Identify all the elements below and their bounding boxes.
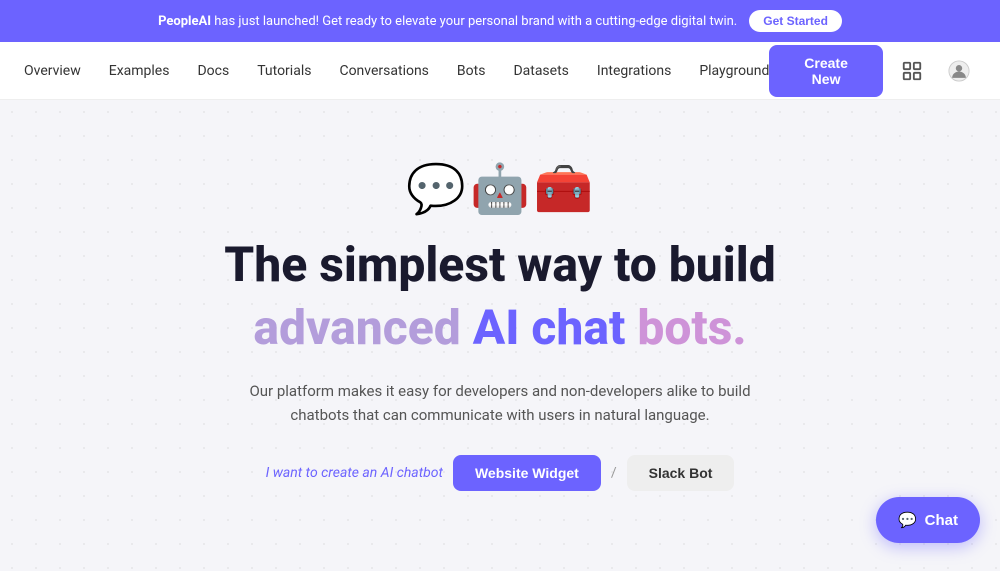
hero-title-line2: advanced AI chat bots. [220, 300, 780, 355]
get-started-button[interactable]: Get Started [749, 10, 842, 32]
hero-description: Our platform makes it easy for developer… [220, 379, 780, 427]
chat-bubble-icon: 💬 [898, 511, 917, 529]
hero-title-line1: The simplest way to build [220, 237, 780, 292]
user-icon [948, 60, 970, 82]
navbar: Overview Examples Docs Tutorials Convers… [0, 42, 1000, 100]
toolbox-emoji: 🧰 [534, 160, 594, 217]
nav-link-examples[interactable]: Examples [109, 63, 170, 79]
hero-content: 💬 🤖 🧰 The simplest way to build advanced… [220, 160, 780, 491]
nav-actions: Create New [769, 45, 976, 97]
grid-icon-button[interactable] [895, 53, 930, 89]
nav-link-playground[interactable]: Playground [699, 63, 769, 79]
announcement-text: PeopleAI has just launched! Get ready to… [158, 14, 737, 29]
chat-bubble-label: Chat [925, 512, 958, 529]
nav-link-overview[interactable]: Overview [24, 63, 81, 79]
nav-link-docs[interactable]: Docs [197, 63, 229, 79]
nav-link-integrations[interactable]: Integrations [597, 63, 671, 79]
grid-icon [901, 60, 923, 82]
nav-links: Overview Examples Docs Tutorials Convers… [24, 63, 769, 79]
nav-link-datasets[interactable]: Datasets [513, 63, 568, 79]
hero-section: 💬 🤖 🧰 The simplest way to build advanced… [0, 100, 1000, 571]
slack-bot-button[interactable]: Slack Bot [627, 455, 735, 491]
chat-bubble-emoji: 💬 [406, 160, 466, 217]
subtitle-ai: AI chat [461, 299, 626, 356]
brand-name: PeopleAI [158, 14, 211, 29]
user-avatar-button[interactable] [941, 53, 976, 89]
nav-link-bots[interactable]: Bots [457, 63, 486, 79]
cta-divider: / [611, 465, 617, 481]
nav-link-conversations[interactable]: Conversations [339, 63, 428, 79]
cta-label: I want to create an AI chatbot [266, 465, 443, 481]
subtitle-advanced: advanced [253, 299, 460, 356]
robot-emoji: 🤖 [470, 160, 530, 217]
nav-link-tutorials[interactable]: Tutorials [257, 63, 311, 79]
website-widget-button[interactable]: Website Widget [453, 455, 601, 491]
chat-bubble-button[interactable]: 💬 Chat [876, 497, 980, 543]
announcement-banner: PeopleAI has just launched! Get ready to… [0, 0, 1000, 42]
create-new-button[interactable]: Create New [769, 45, 882, 97]
subtitle-bots: bots. [625, 299, 746, 356]
hero-icons: 💬 🤖 🧰 [220, 160, 780, 217]
hero-cta: I want to create an AI chatbot Website W… [220, 455, 780, 491]
